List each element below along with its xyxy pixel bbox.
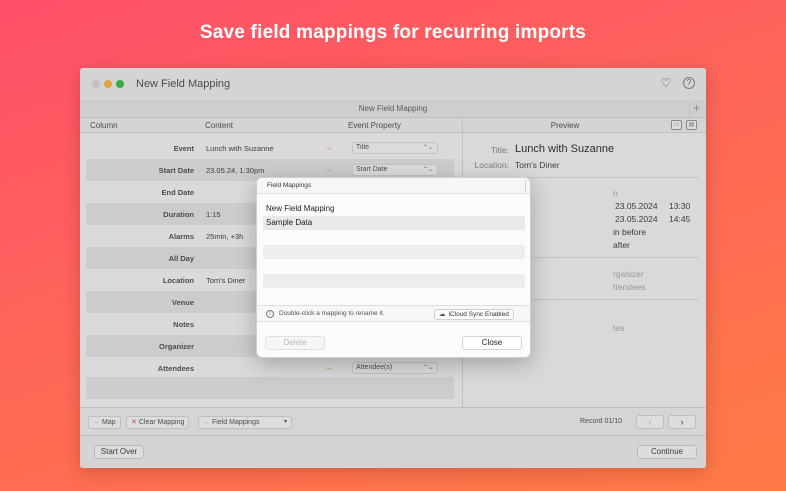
row-column-label: Location	[162, 276, 194, 285]
preview-header-bar: Preview ▭ ▤	[462, 118, 706, 133]
row-content-value: 23.05.24, 1:30pm	[206, 166, 265, 175]
map-label: Map	[102, 419, 116, 426]
close-button[interactable]: Close	[462, 336, 522, 350]
mapping-tab-bar: New Field Mapping +	[80, 100, 706, 118]
folder-icon[interactable]: ▭	[671, 120, 682, 130]
row-column-label: Notes	[173, 320, 194, 329]
arrow-right-icon: →	[93, 419, 100, 426]
preview-title-value: Lunch with Suzanne	[515, 143, 615, 155]
dialog-info-bar: i Double-click a mapping to rename it. ☁…	[257, 305, 530, 322]
field-mappings-dropdown[interactable]: → Field Mappings ▾	[198, 416, 292, 429]
close-window-button[interactable]	[92, 80, 100, 88]
cloud-icon: ☁	[439, 311, 446, 318]
preview-notes: tes	[613, 323, 625, 333]
preview-partial-label: o	[613, 188, 618, 198]
preview-attendees: ttendees	[613, 282, 646, 292]
row-column-label: Duration	[163, 210, 194, 219]
chevron-updown-icon: ⌃⌄	[422, 365, 433, 371]
row-column-label: Attendees	[157, 364, 194, 373]
add-tab-icon[interactable]: +	[689, 101, 703, 117]
heart-icon[interactable]: ♡	[660, 77, 672, 89]
help-icon[interactable]: ?	[683, 77, 695, 89]
column-header-bar	[80, 118, 462, 133]
table-row: Event Lunch with Suzanne → Title ⌃⌄	[86, 137, 454, 159]
record-counter: Record 01/10	[580, 418, 623, 425]
arrow-right-icon[interactable]: →	[324, 142, 333, 152]
dialog-title: Field Mappings	[267, 182, 312, 189]
table-row: Attendees → Attendee(s) ⌃⌄	[86, 357, 454, 379]
preview-end-date: 23.05.2024	[615, 214, 658, 224]
chevron-updown-icon: ⌃⌄	[422, 167, 433, 173]
mapping-list-empty-row	[263, 274, 525, 288]
inspector-icon[interactable]: ▤	[686, 120, 697, 130]
icloud-sync-label: iCloud Sync Enabled	[448, 311, 509, 318]
row-column-label: Start Date	[158, 166, 194, 175]
preview-location-value: Tom's Diner	[515, 160, 560, 170]
map-button[interactable]: → Map	[88, 416, 121, 429]
event-property-select[interactable]: Title ⌃⌄	[352, 142, 438, 154]
start-over-button[interactable]: Start Over	[94, 445, 144, 459]
arrow-right-icon: →	[203, 419, 210, 426]
chevron-down-icon: ▾	[283, 419, 287, 425]
row-column-label: Organizer	[158, 342, 194, 351]
row-column-label: Alarms	[168, 232, 194, 241]
headline: Save field mappings for recurring import…	[199, 22, 587, 43]
event-property-select[interactable]: Attendee(s) ⌃⌄	[352, 362, 438, 374]
event-property-select[interactable]: Start Date ⌃⌄	[352, 164, 438, 176]
row-content-value: Tom's Diner	[206, 276, 246, 285]
clear-mapping-button[interactable]: ✕ Clear Mapping	[126, 416, 190, 429]
delete-button[interactable]: Delete	[265, 336, 325, 350]
preview-header: Preview	[550, 121, 580, 130]
rename-hint: Double-click a mapping to rename it.	[279, 310, 385, 317]
row-column-label: All Day	[168, 254, 194, 263]
row-content-value: 1:15	[206, 210, 221, 219]
event-property-header: Event Property	[348, 121, 401, 130]
arrow-right-icon[interactable]: →	[324, 362, 333, 372]
event-property-value: Start Date	[356, 166, 388, 173]
arrow-right-icon[interactable]: →	[324, 164, 333, 174]
continue-button[interactable]: Continue	[637, 445, 697, 459]
row-content-value: 25min, +3h	[206, 232, 244, 241]
previous-record-button[interactable]: ‹	[636, 415, 664, 429]
window-title: New Field Mapping	[136, 78, 231, 90]
preview-start-time: 13:30	[669, 201, 691, 211]
row-column-label: Venue	[171, 298, 194, 307]
event-property-value: Attendee(s)	[356, 364, 393, 371]
column-header: Column	[90, 121, 118, 130]
table-row-empty	[86, 377, 454, 399]
mapping-toolbar: → Map ✕ Clear Mapping → Field Mappings ▾ Rec…	[80, 407, 706, 435]
icloud-sync-badge[interactable]: ☁ iCloud Sync Enabled	[434, 309, 514, 320]
row-column-label: End Date	[161, 188, 194, 197]
preview-location-label: Location:	[474, 160, 510, 170]
preview-start-date: 23.05.2024	[615, 201, 658, 211]
preview-title-label: Title:	[490, 145, 509, 155]
clear-mapping-label: Clear Mapping	[138, 419, 185, 426]
zoom-window-button[interactable]	[116, 80, 124, 88]
dialog-header: Field Mappings	[257, 178, 530, 194]
dialog-scrollbar[interactable]	[525, 180, 526, 192]
row-column-label: Event	[173, 144, 194, 153]
tab-new-field-mapping[interactable]: New Field Mapping	[80, 104, 706, 113]
row-content-value: Lunch with Suzanne	[206, 144, 274, 153]
preview-organizer: rganizer	[613, 269, 644, 279]
field-mappings-dialog: Field Mappings New Field Mapping Sample …	[256, 177, 531, 358]
mapping-item[interactable]: New Field Mapping	[263, 202, 525, 216]
footer-bar: Start Over Continue	[80, 435, 706, 468]
chevron-updown-icon: ⌃⌄	[422, 145, 433, 151]
content-header: Content	[205, 121, 234, 130]
next-record-button[interactable]: ›	[668, 415, 696, 429]
minimize-window-button[interactable]	[104, 80, 112, 88]
info-icon: i	[266, 310, 274, 318]
x-icon: ✕	[131, 419, 137, 426]
preview-alarm-1: in before	[613, 227, 647, 237]
event-property-value: Title	[356, 144, 369, 151]
field-mappings-label: Field Mappings	[212, 419, 260, 426]
title-bar: New Field Mapping ♡ ?	[80, 68, 706, 100]
preview-end-time: 14:45	[669, 214, 691, 224]
preview-alarm-2: after	[613, 240, 631, 250]
mapping-item[interactable]: Sample Data	[263, 216, 525, 230]
mapping-list-empty-row	[263, 245, 525, 259]
